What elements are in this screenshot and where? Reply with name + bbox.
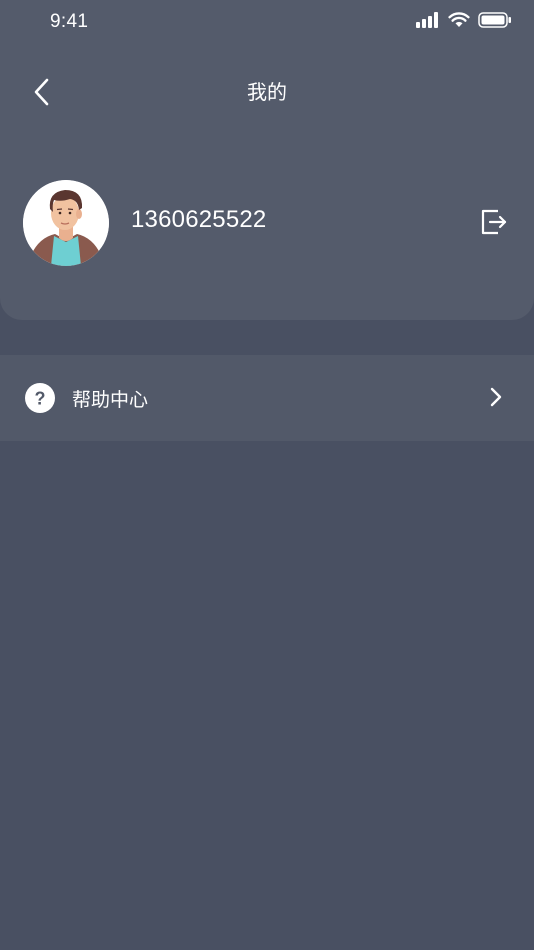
status-bar: 9:41	[0, 0, 534, 44]
nav-bar: 我的	[0, 60, 534, 120]
menu-item-help-center[interactable]: ? 帮助中心	[0, 355, 534, 441]
status-time: 9:41	[50, 11, 89, 32]
chevron-right-icon	[490, 387, 502, 407]
page-title: 我的	[247, 80, 287, 104]
cellular-signal-icon	[416, 12, 438, 28]
logout-button[interactable]	[478, 206, 510, 238]
user-phone-number: 1360625522	[131, 206, 267, 233]
menu-item-label: 帮助中心	[72, 389, 149, 411]
profile-section: 1360625522	[0, 178, 534, 268]
svg-text:?: ?	[35, 389, 46, 409]
battery-icon	[478, 12, 511, 28]
wifi-icon	[448, 12, 470, 27]
question-circle-icon: ?	[25, 383, 55, 413]
status-icons	[416, 12, 512, 28]
user-avatar[interactable]	[23, 180, 109, 266]
logout-icon	[481, 209, 507, 235]
profile-header-card	[0, 0, 534, 320]
